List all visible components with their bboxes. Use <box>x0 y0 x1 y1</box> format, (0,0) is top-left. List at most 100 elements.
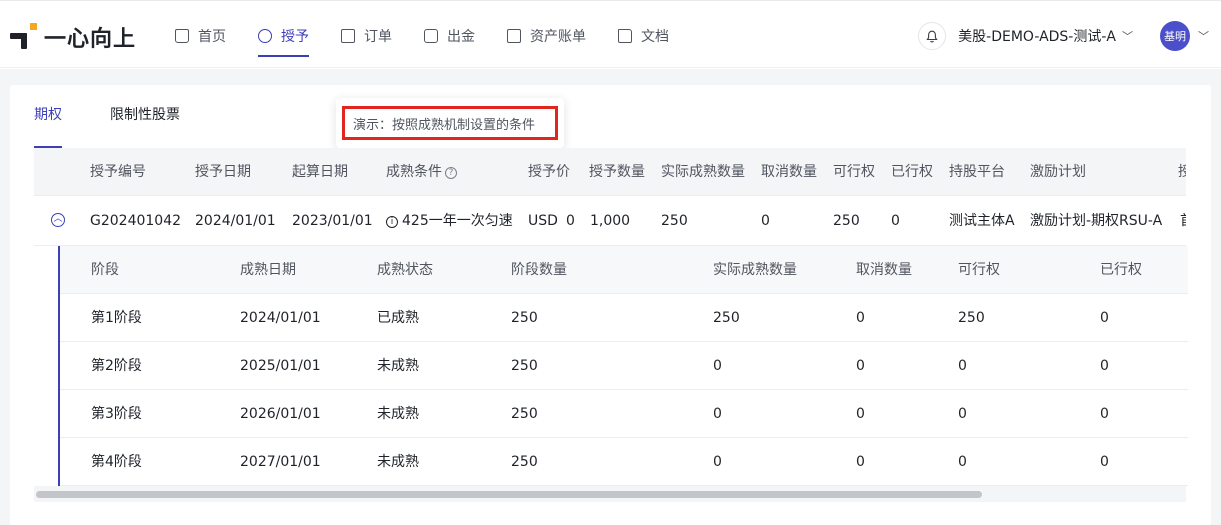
cell-actual-vested: 0 <box>713 358 722 374</box>
cell-grant-no: G202401042 <box>90 213 182 229</box>
cell-exercisable: 250 <box>958 310 985 326</box>
vesting-tooltip: 演示：按照成熟机制设置的条件 <box>336 98 564 148</box>
col-exercisable: 可行权 <box>958 262 1000 278</box>
col-quantity: 授予数量 <box>589 164 645 180</box>
cell-stage-qty: 250 <box>511 358 538 374</box>
folder-icon <box>618 29 632 43</box>
cell-exercisable: 0 <box>958 406 967 422</box>
cell-vest-status: 未成熟 <box>377 358 419 374</box>
col-exercised: 已行权 <box>1100 262 1142 278</box>
grant-table-header: 授予编号 授予日期 起算日期 成熟条件? 授予价 授予数量 实际成熟数量 取消数… <box>34 148 1186 196</box>
col-vesting-label: 成熟条件 <box>386 164 442 180</box>
cell-cancelled: 0 <box>856 358 865 374</box>
cell-vest-date: 2027/01/01 <box>240 454 321 470</box>
nav-item-label: 出金 <box>447 29 475 45</box>
cell-stage: 第2阶段 <box>91 358 142 374</box>
cell-truncated: 首 <box>1180 196 1186 246</box>
cell-platform: 测试主体A <box>949 213 1015 229</box>
nav-item-withdraw[interactable]: 出金 <box>424 4 475 68</box>
col-vest-status: 成熟状态 <box>377 262 433 278</box>
cell-stage: 第1阶段 <box>91 310 142 326</box>
nav-item-grant[interactable]: 授予 <box>258 4 309 68</box>
cell-vesting-text: 425一年一次匀速 <box>402 213 513 229</box>
col-grant-no: 授予编号 <box>90 164 146 180</box>
cell-exercised: 0 <box>1100 406 1109 422</box>
col-cancelled: 取消数量 <box>761 164 817 180</box>
info-icon[interactable]: i <box>386 216 398 228</box>
cell-actual-vested: 250 <box>713 310 740 326</box>
cell-stage-qty: 250 <box>511 406 538 422</box>
cell-vest-date: 2025/01/01 <box>240 358 321 374</box>
col-platform: 持股平台 <box>949 164 1005 180</box>
cell-actual-vested: 0 <box>713 454 722 470</box>
cell-vesting[interactable]: i 425一年一次匀速 <box>386 196 513 246</box>
col-stage: 阶段 <box>91 262 119 278</box>
tooltip-text: 演示：按照成熟机制设置的条件 <box>342 106 558 140</box>
col-price: 授予价 <box>528 164 570 180</box>
cell-cancelled: 0 <box>856 310 865 326</box>
tab-options[interactable]: 期权 <box>34 98 62 148</box>
withdraw-icon <box>424 29 438 43</box>
col-vested: 实际成熟数量 <box>661 164 745 180</box>
cell-stage-qty: 250 <box>511 454 538 470</box>
cell-cancelled: 0 <box>761 213 770 229</box>
grant-type-tabs: 期权 限制性股票 <box>34 98 228 148</box>
logo-mark-icon <box>10 23 37 51</box>
cell-exercisable: 250 <box>833 213 860 229</box>
col-actual-vested: 实际成熟数量 <box>713 262 797 278</box>
horizontal-scrollbar-thumb[interactable] <box>36 491 982 498</box>
col-start-date: 起算日期 <box>292 164 348 180</box>
order-icon <box>341 29 355 43</box>
col-plan: 激励计划 <box>1030 164 1086 180</box>
nav-item-statement[interactable]: 资产账单 <box>507 4 586 68</box>
cell-vest-status: 未成熟 <box>377 406 419 422</box>
chevron-down-icon[interactable]: ﹀ <box>1122 28 1133 44</box>
main-nav: 首页 授予 订单 出金 资产账单 文档 <box>175 4 701 68</box>
cell-exercisable: 0 <box>958 358 967 374</box>
table-row[interactable]: ︿ G202401042 2024/01/01 2023/01/01 i 425一… <box>34 196 1186 246</box>
cell-exercised: 0 <box>1100 358 1109 374</box>
statement-icon <box>507 29 521 43</box>
brand-logo[interactable]: 一心向上 <box>10 22 136 52</box>
vesting-schedule: 阶段 成熟日期 成熟状态 阶段数量 实际成熟数量 取消数量 可行权 已行权 第1… <box>58 246 1188 486</box>
nav-item-order[interactable]: 订单 <box>341 4 392 68</box>
cell-actual-vested: 0 <box>713 406 722 422</box>
col-vest-date: 成熟日期 <box>240 262 296 278</box>
cell-grant-date: 2024/01/01 <box>195 213 276 229</box>
cell-stage: 第3阶段 <box>91 406 142 422</box>
cell-price: 0 <box>566 213 575 229</box>
table-row: 第2阶段 2025/01/01 未成熟 250 0 0 0 0 <box>60 342 1188 390</box>
collapse-icon[interactable]: ︿ <box>51 213 65 227</box>
cell-plan: 激励计划-期权RSU-A <box>1030 213 1163 229</box>
nav-item-label: 首页 <box>198 29 226 45</box>
table-row: 第1阶段 2024/01/01 已成熟 250 250 0 250 0 <box>60 294 1188 342</box>
help-icon[interactable]: ? <box>445 167 457 179</box>
nav-item-docs[interactable]: 文档 <box>618 4 669 68</box>
home-icon <box>175 29 189 43</box>
account-selector[interactable]: 美股-DEMO-ADS-测试-A <box>958 26 1116 46</box>
nav-item-label: 订单 <box>364 29 392 45</box>
cell-vest-status: 未成熟 <box>377 454 419 470</box>
app-header: 一心向上 首页 授予 订单 出金 资产账单 文档 美股-DEMO-ADS-测试-… <box>0 4 1221 68</box>
grant-icon <box>258 29 272 43</box>
schedule-header: 阶段 成熟日期 成熟状态 阶段数量 实际成熟数量 取消数量 可行权 已行权 <box>60 246 1188 294</box>
cell-cancelled: 0 <box>856 454 865 470</box>
nav-item-home[interactable]: 首页 <box>175 4 226 68</box>
cell-exercisable: 0 <box>958 454 967 470</box>
cell-exercised: 0 <box>891 213 900 229</box>
chevron-down-icon[interactable]: ﹀ <box>1198 28 1209 44</box>
tab-restricted-stock[interactable]: 限制性股票 <box>110 98 180 148</box>
brand-name: 一心向上 <box>44 27 137 52</box>
nav-item-label: 授予 <box>281 29 309 45</box>
cell-vested: 250 <box>661 213 688 229</box>
col-vesting: 成熟条件? <box>386 148 457 196</box>
cell-start-date: 2023/01/01 <box>292 213 373 229</box>
col-grant-date: 授予日期 <box>195 164 251 180</box>
cell-quantity: 1,000 <box>590 213 631 229</box>
avatar[interactable]: 基明 <box>1160 21 1190 51</box>
col-truncated: 授 <box>1178 164 1186 180</box>
col-exercisable: 可行权 <box>833 164 875 180</box>
cell-vest-date: 2024/01/01 <box>240 310 321 326</box>
bell-icon[interactable] <box>918 22 947 50</box>
col-cancelled: 取消数量 <box>856 262 912 278</box>
